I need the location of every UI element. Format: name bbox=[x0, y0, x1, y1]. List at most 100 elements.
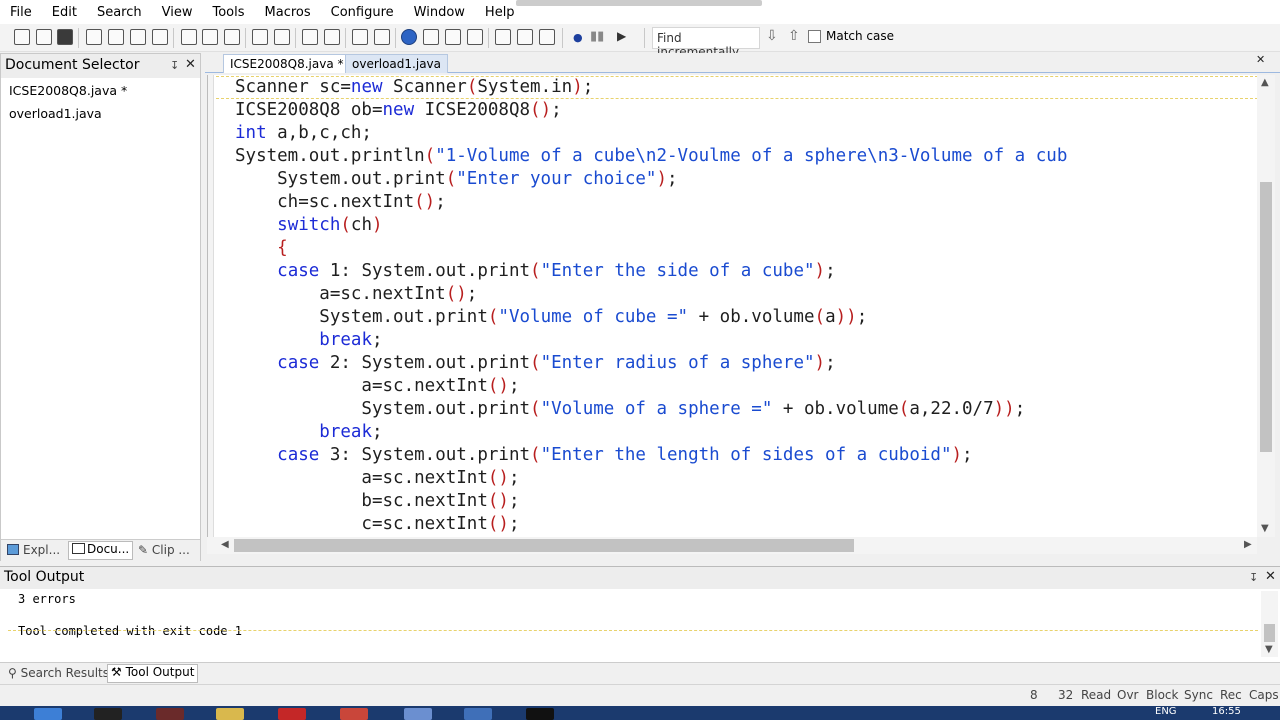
taskbar-clock[interactable]: 16:55 bbox=[1212, 706, 1241, 717]
find-next-down-icon[interactable]: ⇩ bbox=[766, 28, 778, 44]
code-token: System.out.print bbox=[235, 169, 446, 189]
doc-item-overload1[interactable]: overload1.java bbox=[9, 106, 102, 121]
tab-overload1[interactable]: overload1.java bbox=[345, 54, 448, 73]
spellcheck-icon[interactable] bbox=[423, 29, 439, 45]
code-token: System.out.print bbox=[235, 307, 488, 327]
code-token: ( bbox=[530, 261, 541, 281]
taskbar-chrome-icon[interactable] bbox=[340, 708, 368, 720]
taskbar-app-icon[interactable] bbox=[404, 708, 432, 720]
menu-macros[interactable]: Macros bbox=[265, 5, 311, 20]
code-token: "1-Volume of a cube\n2-Voulme of a spher… bbox=[435, 146, 1068, 166]
code-token: new bbox=[382, 100, 415, 120]
replace-icon[interactable] bbox=[517, 29, 533, 45]
menu-window[interactable]: Window bbox=[414, 5, 465, 20]
tab-tool-output-label: Tool Output bbox=[125, 665, 195, 679]
paste-icon[interactable] bbox=[224, 29, 240, 45]
code-token: ) bbox=[372, 215, 383, 235]
match-case-label: Match case bbox=[826, 29, 895, 43]
menu-edit[interactable]: Edit bbox=[52, 5, 77, 20]
tool-output-scrollbar[interactable]: ▼ bbox=[1261, 591, 1278, 657]
tab-tool-output[interactable]: ⚒ Tool Output bbox=[107, 664, 199, 683]
print-preview-icon[interactable] bbox=[130, 29, 146, 45]
scroll-up-arrow-icon[interactable]: ▲ bbox=[1261, 77, 1269, 88]
horizontal-scroll-thumb[interactable] bbox=[234, 539, 854, 552]
editor-vertical-scrollbar[interactable]: ▲ ▼ bbox=[1257, 75, 1275, 537]
save-icon[interactable] bbox=[57, 29, 73, 45]
new-file-icon[interactable] bbox=[14, 29, 30, 45]
taskbar-app-icon[interactable] bbox=[94, 708, 122, 720]
play-macro-icon[interactable]: ▶ bbox=[617, 29, 626, 43]
search-results-icon: ⚲ bbox=[8, 666, 17, 680]
close-icon[interactable]: ✕ bbox=[1265, 569, 1276, 584]
open-file-icon[interactable] bbox=[36, 29, 52, 45]
close-icon[interactable]: ✕ bbox=[185, 57, 196, 72]
scroll-right-arrow-icon[interactable]: ▶ bbox=[1244, 539, 1252, 550]
menu-configure[interactable]: Configure bbox=[331, 5, 394, 20]
tab-document[interactable]: Docu... bbox=[68, 541, 134, 560]
menu-view[interactable]: View bbox=[162, 5, 193, 20]
compare-icon[interactable] bbox=[467, 29, 483, 45]
sort-icon[interactable] bbox=[445, 29, 461, 45]
find-in-files-icon[interactable] bbox=[539, 29, 555, 45]
scroll-left-arrow-icon[interactable]: ◀ bbox=[221, 539, 229, 550]
tab-clip[interactable]: ✎ Clip ... bbox=[138, 543, 190, 557]
code-token: b=sc.nextInt bbox=[235, 491, 488, 511]
find-prev-up-icon[interactable]: ⇧ bbox=[788, 28, 800, 44]
find-incremental-input[interactable]: Find incrementally bbox=[652, 27, 760, 59]
taskbar-app-icon[interactable] bbox=[464, 708, 492, 720]
html-export-icon[interactable] bbox=[152, 29, 168, 45]
code-token: + ob.volume bbox=[772, 399, 899, 419]
taskbar-folder-icon[interactable] bbox=[216, 708, 244, 720]
scroll-down-arrow-icon[interactable]: ▼ bbox=[1265, 644, 1273, 655]
indent-icon[interactable] bbox=[302, 29, 318, 45]
code-token: ( bbox=[530, 353, 541, 373]
vertical-scroll-thumb[interactable] bbox=[1260, 182, 1272, 452]
code-token: () bbox=[414, 192, 436, 212]
taskbar: ENG 16:55 bbox=[0, 706, 1280, 720]
print-icon[interactable] bbox=[108, 29, 124, 45]
scroll-thumb[interactable] bbox=[1264, 624, 1275, 642]
taskbar-app-icon[interactable] bbox=[156, 708, 184, 720]
pin-icon[interactable]: ↧ bbox=[170, 59, 179, 72]
taskbar-app-icon[interactable] bbox=[526, 708, 554, 720]
code-line: a=sc.nextInt(); bbox=[235, 375, 519, 398]
match-case-checkbox[interactable] bbox=[808, 30, 821, 43]
unindent-icon[interactable] bbox=[324, 29, 340, 45]
menu-search[interactable]: Search bbox=[97, 5, 142, 20]
taskbar-language[interactable]: ENG bbox=[1155, 706, 1177, 717]
pin-icon[interactable]: ↧ bbox=[1249, 571, 1258, 584]
explorer-icon bbox=[7, 544, 19, 555]
copy-icon[interactable] bbox=[202, 29, 218, 45]
code-token: Scanner sc= bbox=[235, 77, 351, 97]
undo-icon[interactable] bbox=[252, 29, 268, 45]
menu-help[interactable]: Help bbox=[485, 5, 515, 20]
redo-icon[interactable] bbox=[274, 29, 290, 45]
doc-item-icse2008q8[interactable]: ICSE2008Q8.java * bbox=[9, 83, 127, 98]
code-token: ; bbox=[825, 261, 836, 281]
taskbar-app-icon[interactable] bbox=[278, 708, 306, 720]
tab-explorer[interactable]: Expl... bbox=[23, 543, 60, 557]
toolbar-separator bbox=[644, 28, 645, 48]
code-token: ICSE2008Q8 ob= bbox=[235, 100, 383, 120]
word-wrap-icon[interactable] bbox=[352, 29, 368, 45]
menu-file[interactable]: File bbox=[10, 5, 32, 20]
taskbar-app-icon[interactable] bbox=[34, 708, 62, 720]
editor-close-icon[interactable]: ✕ bbox=[1256, 53, 1265, 66]
record-macro-icon[interactable]: ● bbox=[573, 31, 583, 44]
editor-horizontal-scrollbar[interactable]: ◀ ▶ bbox=[207, 537, 1257, 554]
tab-search-results[interactable]: ⚲ Search Results bbox=[8, 666, 109, 680]
code-token: case bbox=[277, 261, 320, 281]
toolbar-separator bbox=[245, 28, 246, 48]
cut-icon[interactable] bbox=[181, 29, 197, 45]
code-token: 2: System.out.print bbox=[319, 353, 531, 373]
scroll-down-arrow-icon[interactable]: ▼ bbox=[1261, 523, 1269, 534]
page-setup-icon[interactable] bbox=[86, 29, 102, 45]
pause-macro-icon[interactable]: ▮▮ bbox=[590, 29, 604, 44]
code-token: 1: System.out.print bbox=[319, 261, 531, 281]
code-editor[interactable]: Scanner sc=new Scanner(System.in); ICSE20… bbox=[207, 75, 1257, 537]
browser-icon[interactable] bbox=[401, 29, 417, 45]
find-icon[interactable] bbox=[495, 29, 511, 45]
show-whitespace-icon[interactable] bbox=[374, 29, 390, 45]
menu-tools[interactable]: Tools bbox=[212, 5, 244, 20]
